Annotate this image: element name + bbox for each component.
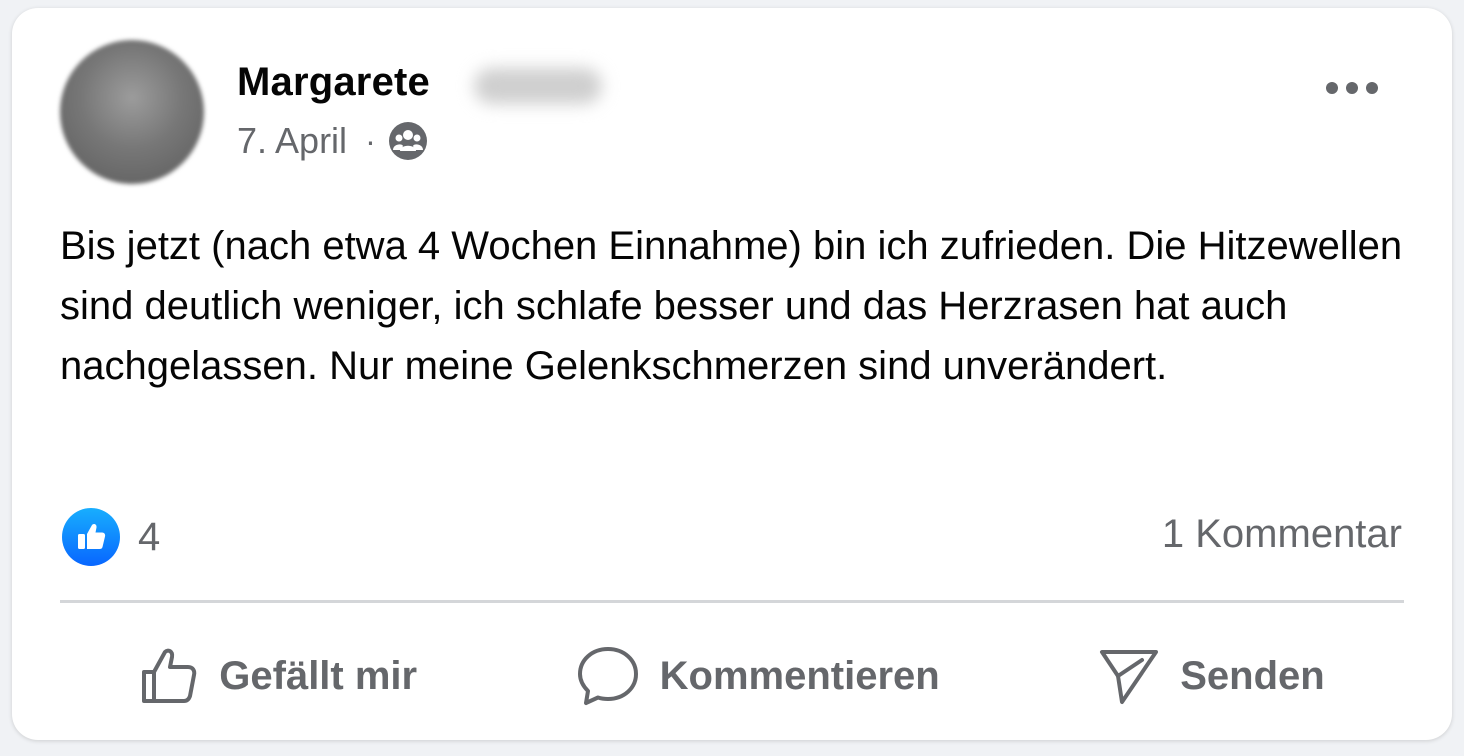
comment-button-label: Kommentieren	[659, 653, 940, 698]
like-button-label: Gefällt mir	[219, 653, 418, 698]
comments-count-link[interactable]: 1 Kommentar	[1162, 512, 1402, 557]
post-text: Bis jetzt (nach etwa 4 Wochen Einnahme) …	[60, 224, 1403, 388]
more-options-icon[interactable]	[1324, 78, 1380, 98]
send-button[interactable]: Senden	[1086, 638, 1336, 714]
meta-separator: ·	[365, 122, 376, 159]
author-name[interactable]: Margarete	[237, 60, 430, 105]
like-reaction-icon	[62, 508, 120, 566]
send-icon	[1100, 650, 1159, 704]
group-icon[interactable]	[388, 121, 428, 161]
thumbs-up-icon	[142, 648, 197, 703]
post-meta: 7. April ·	[237, 120, 428, 162]
reactions-summary[interactable]: 4	[62, 508, 160, 566]
post-card: Margarete 7. April · Bis jetzt (nach etw…	[12, 8, 1452, 740]
author-surname-redacted	[474, 68, 602, 104]
avatar[interactable]	[60, 40, 204, 184]
like-button[interactable]: Gefällt mir	[127, 638, 429, 714]
post-date[interactable]: 7. April	[237, 120, 347, 162]
send-button-label: Senden	[1180, 653, 1325, 698]
comment-button[interactable]: Kommentieren	[564, 637, 952, 715]
comment-bubble-icon	[577, 647, 638, 705]
reaction-count: 4	[138, 514, 161, 559]
divider	[60, 600, 1404, 603]
action-bar: Gefällt mir Kommentieren Senden	[60, 628, 1404, 724]
